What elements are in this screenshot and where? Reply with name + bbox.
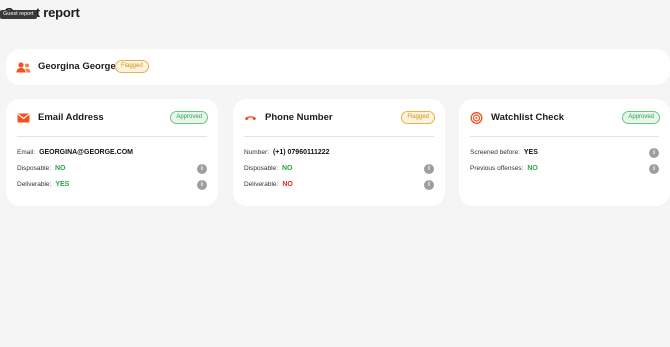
phone-card: Phone Number Flagged Number: (+1) 0796011…	[233, 99, 445, 206]
row-label: Number:	[244, 149, 269, 156]
email-row-deliverable: Deliverable: YES i	[17, 179, 207, 191]
info-icon[interactable]: i	[197, 180, 207, 190]
phone-disposable-value: NO	[281, 165, 293, 172]
phone-icon	[244, 116, 257, 121]
email-disposable-value: NO	[54, 165, 66, 172]
info-icon[interactable]: i	[424, 180, 434, 190]
phone-deliverable-value: NO	[282, 181, 293, 188]
row-label: Disposable:	[17, 165, 51, 172]
watchlist-status-badge: Approved	[622, 111, 660, 124]
email-value: GEORGINA@GEORGE.COM	[39, 149, 134, 156]
guest-status-badge: Flagged	[115, 60, 149, 73]
email-deliverable-value: YES	[55, 181, 70, 188]
row-label: Deliverable:	[244, 181, 279, 188]
phone-row-number: Number: (+1) 07960111222	[244, 147, 434, 159]
info-icon[interactable]: i	[649, 164, 659, 174]
email-row-disposable: Disposable: NO i	[17, 163, 207, 175]
guest-name: Georgina George	[38, 61, 116, 72]
row-label: Screened before:	[470, 149, 520, 156]
info-icon[interactable]: i	[649, 148, 659, 158]
email-card-title: Email Address	[38, 112, 104, 123]
divider	[17, 136, 207, 137]
watchlist-row-screened: Screened before: YES i	[470, 147, 659, 159]
watchlist-card-title: Watchlist Check	[491, 112, 565, 123]
previous-offenses-value: NO	[527, 165, 538, 172]
divider	[244, 136, 434, 137]
divider	[470, 136, 659, 137]
row-label: Deliverable:	[17, 181, 52, 188]
info-icon[interactable]: i	[197, 164, 207, 174]
row-label: Email:	[17, 149, 36, 156]
watchlist-row-offenses: Previous offenses: NO i	[470, 163, 659, 175]
email-card: Email Address Approved Email: GEORGINA@GE…	[6, 99, 218, 206]
watchlist-card: Watchlist Check Approved Screened before…	[459, 99, 670, 206]
phone-row-deliverable: Deliverable: NO i	[244, 179, 434, 191]
phone-number-value: (+1) 07960111222	[272, 149, 330, 156]
phone-status-badge: Flagged	[401, 111, 435, 124]
guest-card: Georgina George Flagged	[6, 49, 670, 85]
email-row-email: Email: GEORGINA@GEORGE.COM	[17, 147, 207, 159]
phone-card-title: Phone Number	[265, 112, 333, 123]
row-label: Disposable:	[244, 165, 278, 172]
user-group-icon	[16, 62, 31, 73]
target-icon	[470, 112, 483, 124]
email-status-badge: Approved	[170, 111, 208, 124]
envelope-icon	[17, 113, 30, 123]
title-tooltip: Guest report	[0, 10, 37, 19]
row-label: Previous offenses:	[470, 165, 524, 172]
info-icon[interactable]: i	[424, 164, 434, 174]
phone-row-disposable: Disposable: NO i	[244, 163, 434, 175]
screened-before-value: YES	[523, 149, 538, 156]
